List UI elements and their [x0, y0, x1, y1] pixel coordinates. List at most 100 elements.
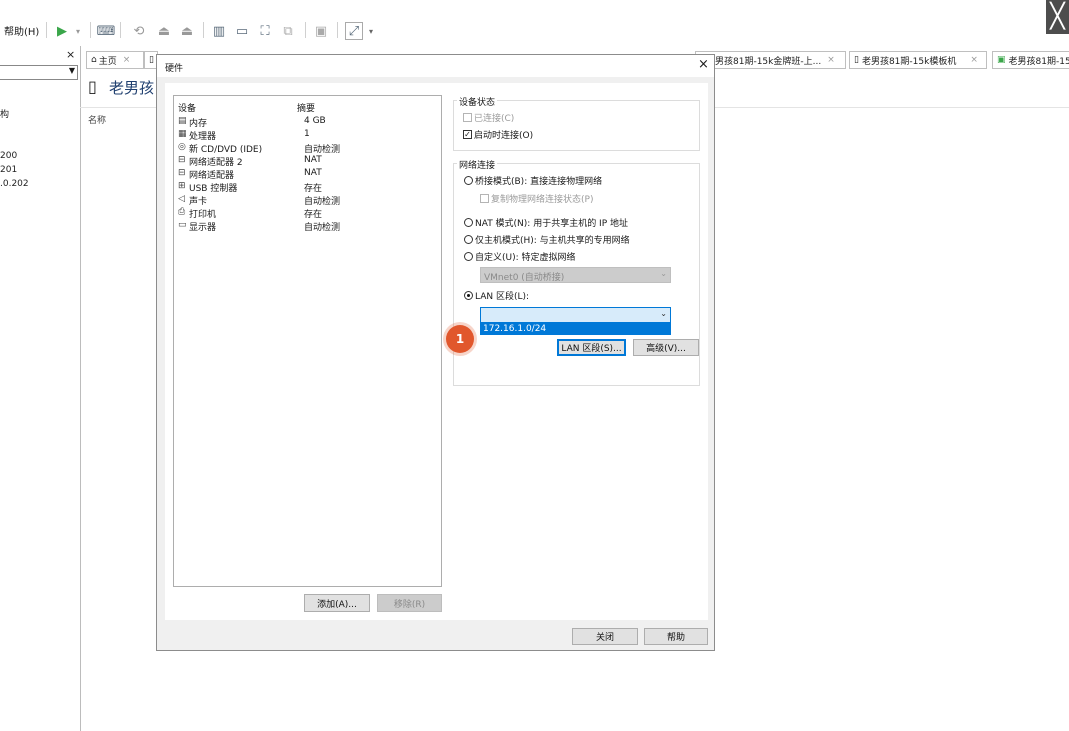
close-icon[interactable]: ×: [970, 55, 978, 65]
hardware-dialog: 硬件 × 设备 摘要 ▤ 内存 4 GB ▦ 处理器 1 ◎ 新 CD/DVD (IDE)…: [156, 54, 715, 651]
device-name: 打印机: [189, 210, 217, 220]
column-header-summary: 摘要: [297, 104, 316, 114]
vm-page-icon: ▯: [88, 77, 97, 96]
close-icon[interactable]: ×: [698, 57, 709, 72]
toolbar-separator: [337, 22, 338, 38]
device-name: USB 控制器: [189, 184, 238, 194]
radio-button: [464, 175, 473, 185]
list-item[interactable]: ▤ 内存 4 GB: [178, 116, 326, 129]
list-item[interactable]: ⊞ USB 控制器 存在: [178, 181, 322, 194]
sidebar-item[interactable]: .0.202: [0, 179, 29, 189]
connect-at-power-on-checkbox[interactable]: ✓ 启动时连接(O): [463, 127, 533, 141]
unity-icon[interactable]: ⧉: [280, 23, 296, 39]
toolbar-separator: [305, 22, 306, 38]
toolbar-separator: [203, 22, 204, 38]
lan-segment-option[interactable]: 172.16.1.0/24: [480, 323, 671, 335]
chevron-down-icon: ▼: [68, 66, 75, 75]
nat-radio[interactable]: NAT 模式(N): 用于共享主机的 IP 地址: [464, 215, 628, 229]
list-item[interactable]: ◁ 声卡 自动检测: [178, 194, 341, 207]
device-summary: NAT: [304, 155, 322, 165]
library-view-icon[interactable]: ▥: [211, 23, 227, 39]
advanced-button[interactable]: 高级(V)...: [633, 339, 699, 356]
toolbar-separator: [120, 22, 121, 38]
lan-segment-label: LAN 区段(L):: [475, 291, 530, 302]
lan-segments-button[interactable]: LAN 区段(S)...: [557, 339, 626, 356]
lan-segment-select[interactable]: ⌄: [480, 307, 671, 323]
tab-vm[interactable]: 老男孩81期-15k金牌班-上... ×: [695, 51, 846, 69]
tab-label: 老男孩81期-15k模板机: [861, 56, 957, 67]
device-name: 声卡: [189, 197, 208, 207]
help-menu[interactable]: 帮助(H): [4, 23, 39, 38]
device-name: 显示器: [189, 223, 217, 233]
tab-vm[interactable]: ▯ 老男孩81期-15k模板机 ×: [849, 51, 987, 69]
close-icon[interactable]: ╳: [1046, 0, 1069, 34]
tab-label: 老男孩81期-15: [1008, 56, 1069, 67]
checkmark-icon: ✓: [463, 129, 472, 139]
bridged-radio[interactable]: 桥接模式(B): 直接连接物理网络: [464, 173, 602, 187]
toolbar-separator: [90, 22, 91, 38]
device-summary: 自动检测: [304, 197, 341, 207]
close-icon[interactable]: ×: [827, 55, 835, 65]
full-screen-icon[interactable]: ⛶: [257, 23, 273, 39]
list-item[interactable]: ⊟ 网络适配器 2 NAT: [178, 155, 322, 168]
thumbnail-bar-icon[interactable]: ▭: [234, 23, 250, 39]
device-summary: 自动检测: [304, 145, 341, 155]
custom-network-value: VMnet0 (自动桥接): [484, 273, 565, 283]
nat-label: NAT 模式(N): 用于共享主机的 IP 地址: [475, 218, 629, 229]
usb-icon: ⊞: [178, 181, 186, 191]
send-keys-icon[interactable]: ⌨: [97, 23, 116, 39]
console-view-icon[interactable]: ▣: [313, 23, 329, 39]
power-on-icon[interactable]: ▶: [54, 23, 70, 39]
connected-label: 已连接(C): [474, 113, 515, 124]
chevron-down-icon[interactable]: ▾: [70, 23, 86, 39]
add-device-button[interactable]: 添加(A)...: [304, 594, 370, 612]
monitor-icon: ▭: [178, 220, 187, 230]
sidebar-item[interactable]: 201: [0, 165, 17, 175]
sidebar-item[interactable]: 200: [0, 151, 17, 161]
list-item[interactable]: ⊟ 网络适配器 NAT: [178, 168, 322, 181]
dialog-title: 硬件: [165, 64, 184, 74]
tab-home[interactable]: ⌂ 主页 ×: [86, 51, 144, 69]
close-icon[interactable]: ×: [66, 48, 75, 61]
list-item[interactable]: ▦ 处理器 1: [178, 129, 310, 142]
library-sidebar: × ▼ 构 200 201 .0.202: [0, 46, 81, 731]
list-item[interactable]: ◎ 新 CD/DVD (IDE) 自动检测: [178, 142, 341, 155]
remove-device-button[interactable]: 移除(R): [377, 594, 442, 612]
tab-label: 主页: [98, 56, 117, 67]
close-button[interactable]: 关闭: [572, 628, 638, 645]
sidebar-item[interactable]: 构: [0, 107, 9, 120]
help-button[interactable]: 帮助: [644, 628, 708, 645]
replicate-state-label: 复制物理网络连接状态(P): [491, 194, 594, 205]
vm-running-icon: ▣: [997, 55, 1006, 65]
device-name: 新 CD/DVD (IDE): [189, 145, 263, 155]
host-only-radio[interactable]: 仅主机模式(H): 与主机共享的专用网络: [464, 232, 630, 246]
lan-segment-radio[interactable]: LAN 区段(L):: [464, 288, 529, 302]
radio-button: [464, 251, 473, 261]
snapshot-icon[interactable]: ⟲: [131, 23, 147, 39]
radio-button: [464, 234, 473, 244]
vm-icon: ▯: [149, 55, 154, 65]
snapshot-manager-icon[interactable]: ⏏: [179, 23, 195, 39]
device-name: 内存: [189, 119, 208, 129]
revert-snapshot-icon[interactable]: ⏏: [156, 23, 172, 39]
device-summary: 4 GB: [304, 116, 326, 126]
network-connection-title: 网络连接: [457, 158, 498, 171]
toolbar-separator: [46, 22, 47, 38]
tab-vm[interactable]: ▣ 老男孩81期-15: [992, 51, 1069, 69]
close-icon[interactable]: ×: [123, 55, 131, 65]
cpu-icon: ▦: [178, 129, 187, 139]
cd-icon: ◎: [178, 142, 186, 152]
list-item[interactable]: ⎙ 打印机 存在: [178, 207, 322, 220]
checkbox-box: [463, 112, 472, 122]
home-icon: ⌂: [91, 55, 97, 65]
list-item[interactable]: ▭ 显示器 自动检测: [178, 220, 340, 233]
custom-radio[interactable]: 自定义(U): 特定虚拟网络: [464, 249, 576, 263]
device-list[interactable]: 设备 摘要 ▤ 内存 4 GB ▦ 处理器 1 ◎ 新 CD/DVD (IDE) 自动检测 …: [173, 95, 442, 587]
library-search-select[interactable]: ▼: [0, 65, 78, 80]
stretch-view-icon[interactable]: ⤢: [345, 22, 363, 40]
step-badge: 1: [446, 325, 474, 353]
custom-network-select[interactable]: VMnet0 (自动桥接) ⌄: [480, 267, 671, 283]
chevron-down-icon[interactable]: ▾: [363, 23, 379, 39]
connected-checkbox[interactable]: 已连接(C): [463, 110, 514, 124]
replicate-state-checkbox[interactable]: 复制物理网络连接状态(P): [480, 191, 593, 205]
